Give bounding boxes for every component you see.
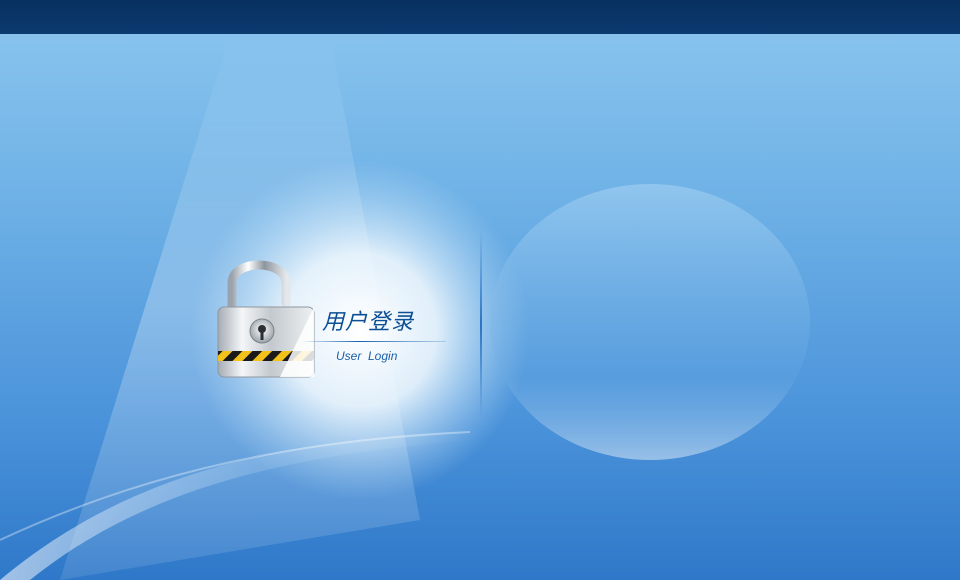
title-divider <box>300 341 446 342</box>
login-subtitle: User Login <box>336 349 398 363</box>
top-bar <box>0 0 960 34</box>
login-title: 用户登录 <box>322 310 415 335</box>
vertical-separator <box>480 230 482 420</box>
padlock-icon <box>217 260 315 378</box>
